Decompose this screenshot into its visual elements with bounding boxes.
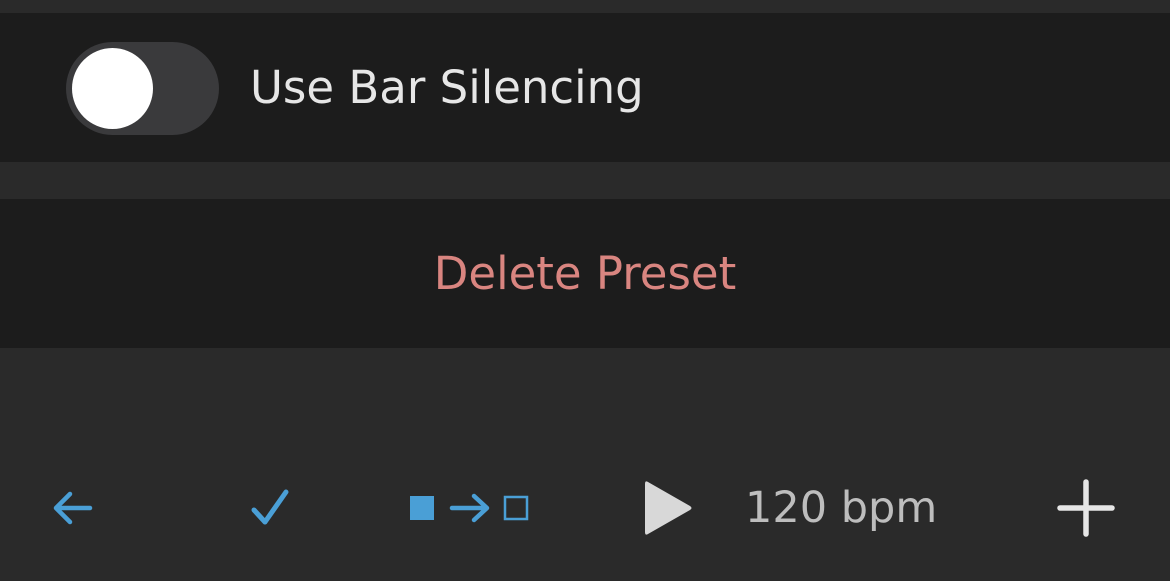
filled-square-arrow-empty-square-icon	[410, 493, 529, 523]
play-icon	[645, 481, 692, 535]
arrow-left-icon	[53, 491, 93, 525]
bar-silencing-label: Use Bar Silencing	[250, 61, 644, 114]
back-button[interactable]	[40, 458, 104, 558]
play-button[interactable]	[635, 458, 699, 558]
add-button[interactable]	[1053, 458, 1119, 558]
checkmark-icon	[251, 489, 289, 525]
bar-silencing-row: Use Bar Silencing	[0, 13, 1170, 162]
confirm-button[interactable]	[238, 458, 302, 558]
tempo-display[interactable]: 120 bpm	[745, 458, 937, 558]
bar-transition-button[interactable]	[400, 458, 532, 558]
bottom-toolbar: 120 bpm	[0, 458, 1170, 558]
bar-silencing-toggle[interactable]	[66, 42, 219, 135]
plus-icon	[1057, 479, 1115, 537]
delete-preset-button[interactable]: Delete Preset	[0, 199, 1170, 348]
delete-preset-label: Delete Preset	[433, 247, 737, 300]
preset-settings-screen: Use Bar Silencing Delete Preset 120 bpm	[0, 0, 1170, 581]
toggle-knob	[72, 48, 153, 129]
